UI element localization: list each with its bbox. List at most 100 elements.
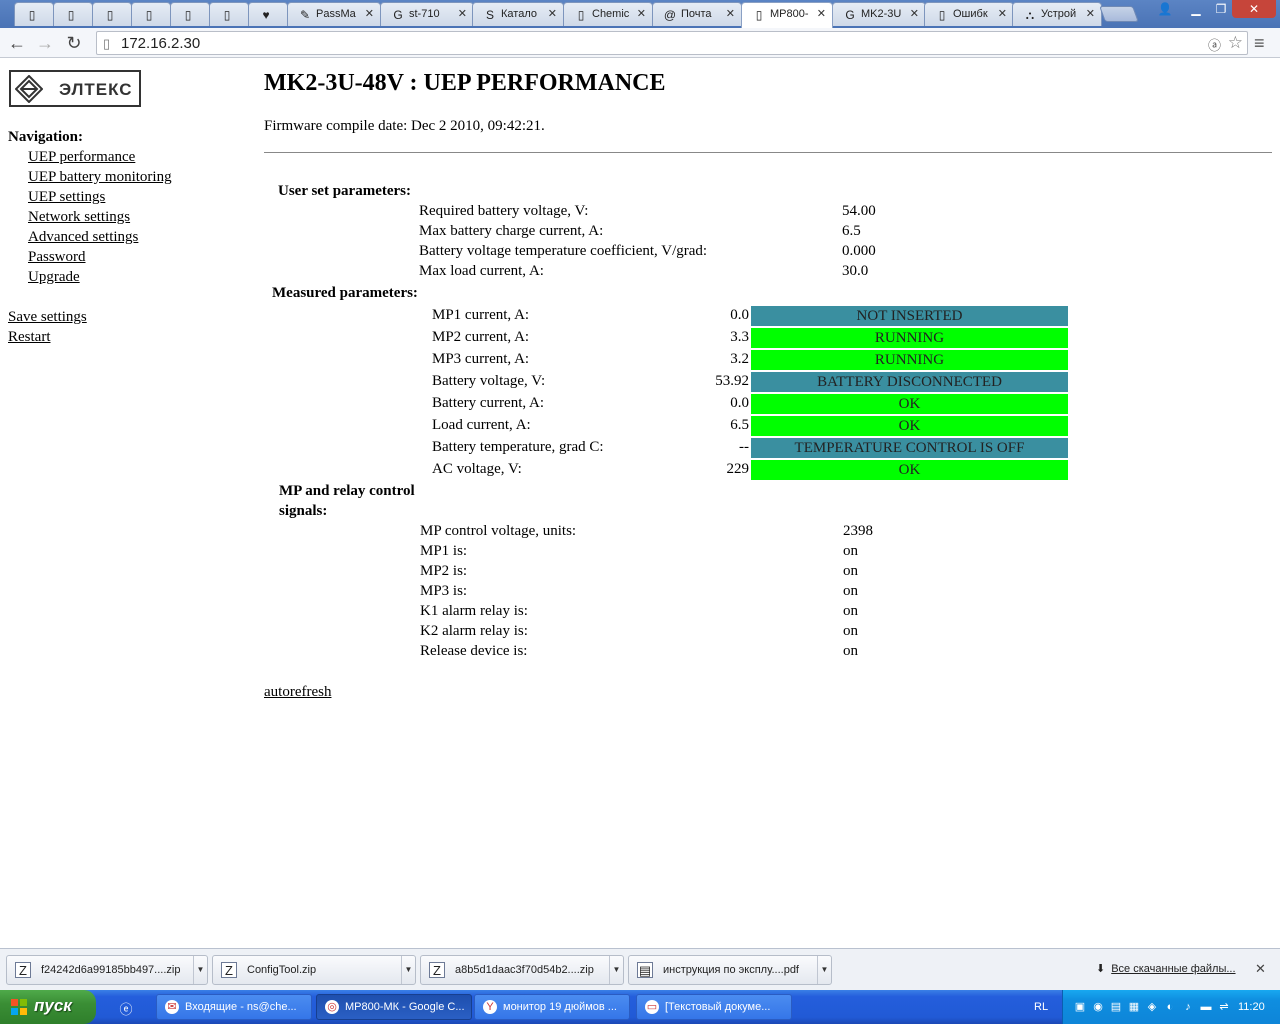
nav-link-uep-battery-monitoring[interactable]: UEP battery monitoring [28, 169, 172, 186]
status-badge: TEMPERATURE CONTROL IS OFF [751, 438, 1068, 458]
nav-link-advanced-settings[interactable]: Advanced settings [28, 229, 138, 246]
nav-link-uep-settings[interactable]: UEP settings [28, 189, 105, 206]
quicklaunch-ie-icon[interactable]: ⓔ [118, 999, 134, 1017]
download-item[interactable]: Z ConfigTool.zip ▼ [212, 955, 416, 985]
reload-button[interactable]: ↻ [63, 32, 85, 54]
tray-display-icon[interactable]: ▦ [1127, 1000, 1141, 1014]
close-window-button[interactable]: ✕ [1232, 0, 1276, 18]
tab-close-icon[interactable]: ✕ [548, 7, 557, 20]
tab-close-icon[interactable]: ✕ [637, 7, 646, 20]
save-settings-link[interactable]: Save settings [8, 309, 87, 326]
autorefresh-link[interactable]: autorefresh [264, 684, 331, 701]
download-item[interactable]: ▤ инструкция по эксплу....pdf ▼ [628, 955, 832, 985]
taskbar-item[interactable]: ✉ Входящие - ns@che... [156, 994, 312, 1020]
download-item[interactable]: Zf24242d6a99185bb497....zip ▼ [6, 955, 208, 985]
pdf-icon: ▤ [637, 962, 653, 978]
browser-tab[interactable]: G MK2-3U ✕ [832, 2, 926, 26]
url-text[interactable]: 172.16.2.30 [121, 35, 200, 52]
browser-tab[interactable]: ▯ Chemic ✕ [563, 2, 653, 26]
chrome-icon: ◎ [325, 1000, 339, 1014]
tab-close-icon[interactable]: ✕ [998, 7, 1007, 20]
page-content: ЭЛТЕКС Navigation: UEP performance UEP ba… [0, 58, 1280, 948]
download-menu-arrow-icon[interactable]: ▼ [401, 956, 415, 984]
forward-button[interactable]: → [34, 32, 56, 54]
mp-relay-value: on [843, 563, 858, 579]
restore-button[interactable]: ❐ [1210, 0, 1232, 18]
document-icon: ▭ [645, 1000, 659, 1014]
page-icon: ▯ [106, 8, 114, 22]
browser-tab[interactable]: @ Почта ✕ [652, 2, 742, 26]
nav-link-network-settings[interactable]: Network settings [28, 209, 130, 226]
tab-close-icon[interactable]: ✕ [726, 7, 735, 20]
address-bar[interactable]: ▯ 172.16.2.30 ⓐ ☆ [96, 31, 1248, 55]
menu-icon[interactable]: ≡ [1254, 33, 1265, 54]
measured-param-value: 0.0 [730, 307, 749, 323]
back-button[interactable]: ← [6, 32, 28, 54]
browser-tab[interactable]: ♥ [248, 2, 288, 26]
restart-link[interactable]: Restart [8, 329, 51, 346]
nav-link-password[interactable]: Password [28, 249, 86, 266]
tab-close-icon[interactable]: ✕ [910, 7, 919, 20]
minimize-button[interactable]: ▁ [1183, 0, 1209, 18]
tray-volume-icon[interactable]: ♪ [1181, 1000, 1195, 1014]
measured-param-value: 3.3 [730, 329, 749, 345]
taskbar-item[interactable]: ◎ МР800-МК - Google C... [316, 994, 472, 1020]
browser-tab[interactable]: ▯ [209, 2, 249, 26]
browser-tab[interactable]: ▯ [170, 2, 210, 26]
page-icon: ▯ [67, 8, 75, 22]
measured-param-value: 0.0 [730, 395, 749, 411]
tray-monitor-icon[interactable]: ▤ [1109, 1000, 1123, 1014]
browser-tab[interactable]: ✎ PassMa ✕ [287, 2, 381, 26]
taskbar-item[interactable]: Yмонитор 19 дюймов ... [474, 994, 630, 1020]
download-item[interactable]: Za8b5d1daac3f70d54b2....zip ▼ [420, 955, 624, 985]
tab-close-icon[interactable]: ✕ [365, 7, 374, 20]
browser-tab[interactable]: ▯ Ошибк ✕ [924, 2, 1014, 26]
tray-skype-icon[interactable]: ◉ [1091, 1000, 1105, 1014]
browser-tab[interactable]: ⛬ Устрой ✕ [1012, 2, 1102, 26]
tab-title: МР800- [770, 8, 809, 20]
status-badge: OK [751, 416, 1068, 436]
tray-network-icon[interactable]: ▣ [1073, 1000, 1087, 1014]
browser-tab[interactable]: S Катало ✕ [472, 2, 564, 26]
tab-title: Chemic [592, 8, 630, 20]
bookmark-star-icon[interactable]: ☆ [1228, 33, 1243, 53]
language-indicator[interactable]: RL [1034, 1001, 1048, 1013]
tab-title: Катало [501, 8, 537, 20]
mp-relay-label: Release device is: [420, 643, 528, 659]
taskbar-item-label: МР800-МК - Google C... [345, 1001, 465, 1013]
zip-icon: Z [15, 962, 31, 978]
download-menu-arrow-icon[interactable]: ▼ [817, 956, 831, 984]
download-menu-arrow-icon[interactable]: ▼ [193, 956, 207, 984]
taskbar-item-label: Входящие - ns@che... [185, 1001, 297, 1013]
translate-icon[interactable]: ⓐ [1208, 35, 1221, 54]
tray-flag-icon[interactable]: ▬ [1199, 1000, 1213, 1014]
taskbar-item[interactable]: ▭ [Текстовый докуме... [636, 994, 792, 1020]
browser-tab[interactable]: ▯ [92, 2, 132, 26]
browser-tab[interactable]: ▯ [14, 2, 54, 26]
tray-usb-icon[interactable]: ⇌ [1217, 1000, 1231, 1014]
browser-tab[interactable]: ▯ МР800- ✕ [741, 2, 833, 28]
passmark-icon: ✎ [299, 8, 311, 22]
nav-link-upgrade[interactable]: Upgrade [28, 269, 80, 286]
nav-link-uep-performance[interactable]: UEP performance [28, 149, 135, 166]
page-icon: ▯ [145, 8, 153, 22]
close-shelf-icon[interactable]: ✕ [1255, 961, 1266, 977]
browser-tab[interactable]: ▯ [53, 2, 93, 26]
tray-update-icon[interactable]: ◐ [1163, 1000, 1177, 1014]
user-param-value: 0.000 [842, 243, 876, 259]
browser-tab[interactable]: Gst-710 ✕ [380, 2, 474, 26]
show-all-downloads-link[interactable]: ⬇ Все скачанные файлы... [1096, 962, 1236, 975]
download-menu-arrow-icon[interactable]: ▼ [609, 956, 623, 984]
tray-shield-icon[interactable]: ◈ [1145, 1000, 1159, 1014]
start-button[interactable]: пуск [0, 990, 96, 1024]
page-icon: ▯ [28, 8, 36, 22]
page-icon: ▯ [938, 8, 946, 22]
measured-param-label: MP3 current, A: [432, 351, 530, 367]
new-tab-button[interactable] [1099, 6, 1139, 22]
tab-close-icon[interactable]: ✕ [1086, 7, 1095, 20]
download-name: ConfigTool.zip [247, 964, 317, 976]
user-icon[interactable]: 👤 [1153, 0, 1177, 18]
tab-close-icon[interactable]: ✕ [817, 7, 826, 20]
tab-close-icon[interactable]: ✕ [458, 7, 467, 20]
browser-tab[interactable]: ▯ [131, 2, 171, 26]
